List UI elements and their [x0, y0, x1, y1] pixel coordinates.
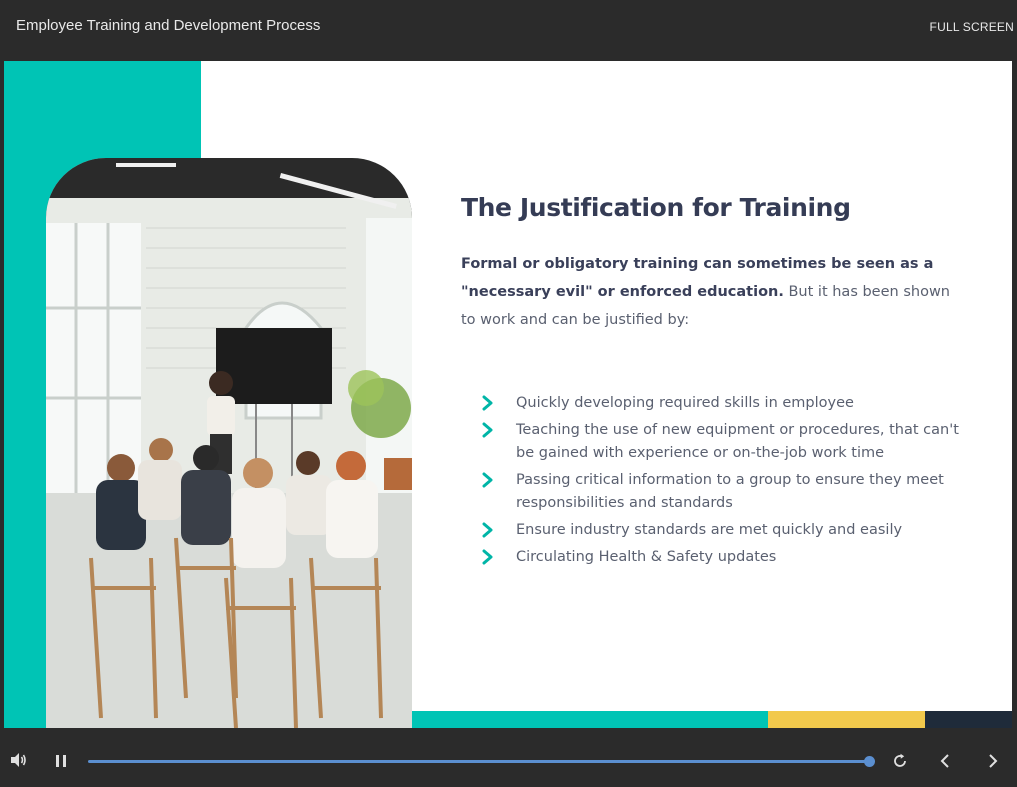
- pause-icon: [56, 755, 66, 767]
- progress-handle[interactable]: [864, 756, 875, 767]
- list-item-text: Circulating Health & Safety updates: [516, 549, 777, 565]
- list-item: Teaching the use of new equipment or pro…: [481, 419, 981, 465]
- next-slide-button[interactable]: [987, 753, 999, 774]
- chevron-right-icon: [482, 472, 493, 488]
- chevron-right-icon: [482, 395, 493, 411]
- volume-icon: [11, 753, 26, 767]
- replay-icon: [894, 753, 906, 767]
- previous-slide-button[interactable]: [939, 753, 951, 774]
- slide: The Justification for Training Formal or…: [4, 61, 1012, 728]
- course-title: Employee Training and Development Proces…: [16, 17, 321, 34]
- fullscreen-button[interactable]: FULL SCREEN: [930, 20, 1014, 34]
- list-item: Circulating Health & Safety updates: [481, 546, 981, 569]
- list-item-text: Teaching the use of new equipment or pro…: [516, 422, 959, 461]
- footer-bar-yellow: [768, 711, 925, 728]
- chevron-left-icon: [940, 754, 949, 768]
- chevron-right-icon: [482, 522, 493, 538]
- pause-button[interactable]: [55, 754, 67, 773]
- footer-bar-teal: [412, 711, 768, 728]
- list-item-text: Quickly developing required skills in em…: [516, 395, 854, 411]
- slide-heading: The Justification for Training: [461, 193, 851, 222]
- list-item-text: Passing critical information to a group …: [516, 472, 944, 511]
- intro-paragraph: Formal or obligatory training can someti…: [461, 250, 961, 334]
- list-item: Passing critical information to a group …: [481, 469, 981, 515]
- training-photo: [46, 158, 412, 728]
- list-item: Quickly developing required skills in em…: [481, 392, 981, 415]
- chevron-right-icon: [482, 549, 493, 565]
- volume-button[interactable]: [10, 752, 28, 773]
- chevron-right-icon: [989, 754, 998, 768]
- list-item-text: Ensure industry standards are met quickl…: [516, 522, 903, 538]
- justification-list: Quickly developing required skills in em…: [481, 392, 981, 573]
- footer-bar-navy: [925, 711, 1012, 728]
- chevron-right-icon: [482, 422, 493, 438]
- list-item: Ensure industry standards are met quickl…: [481, 519, 981, 542]
- progress-bar[interactable]: [88, 760, 870, 763]
- player-controls: [0, 728, 1017, 787]
- player-header: Employee Training and Development Proces…: [0, 0, 1017, 56]
- replay-button[interactable]: [892, 753, 908, 774]
